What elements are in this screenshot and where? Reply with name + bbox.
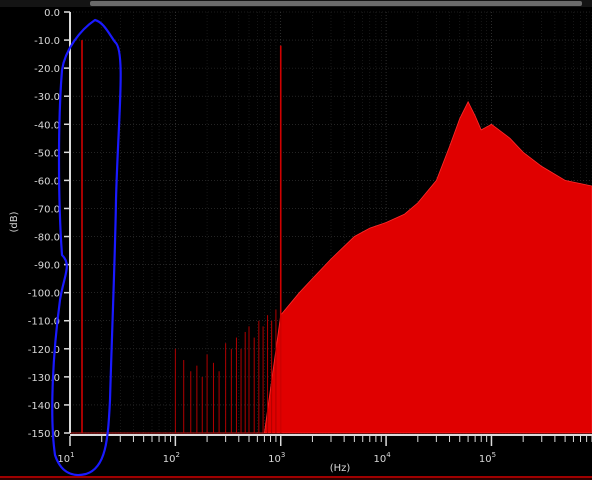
y-tick-label: -40.0 <box>34 120 60 131</box>
y-tick-label: -20.0 <box>34 64 60 75</box>
y-tick-label: -70.0 <box>34 204 60 215</box>
y-tick-label: -130.0 <box>28 373 60 384</box>
x-tick-base: 10 <box>373 454 386 465</box>
x-tick-base: 10 <box>479 454 492 465</box>
spectrum-chart: 0.0 -10.0 -20.0 -30.0 -40.0 -50.0 -60.0 -70.0 -8… <box>0 0 592 480</box>
y-tick-label: -150.0 <box>28 429 60 440</box>
y-tick-label: -10.0 <box>34 36 60 47</box>
y-tick-label: 0.0 <box>44 8 60 19</box>
y-tick-label: -100.0 <box>28 289 60 300</box>
x-tick-exponent: 3 <box>281 451 285 459</box>
x-tick-exponent: 4 <box>386 451 391 459</box>
top-scrollbar-thumb[interactable] <box>90 1 582 6</box>
x-tick-exponent: 5 <box>492 451 496 459</box>
x-tick-exponent: 2 <box>175 451 179 459</box>
x-axis-title: (Hz) <box>330 463 351 474</box>
x-tick-base: 10 <box>268 454 281 465</box>
x-tick-exponent: 1 <box>70 451 74 459</box>
y-axis-title: (dB) <box>9 211 20 232</box>
y-tick-label: -30.0 <box>34 92 60 103</box>
y-tick-label: -50.0 <box>34 148 60 159</box>
y-tick-label: -140.0 <box>28 401 60 412</box>
y-tick-label: -110.0 <box>28 317 60 328</box>
y-tick-label: -60.0 <box>34 176 60 187</box>
y-tick-label: -80.0 <box>34 233 60 244</box>
y-tick-label: -90.0 <box>34 261 60 272</box>
x-tick-base: 10 <box>163 454 176 465</box>
